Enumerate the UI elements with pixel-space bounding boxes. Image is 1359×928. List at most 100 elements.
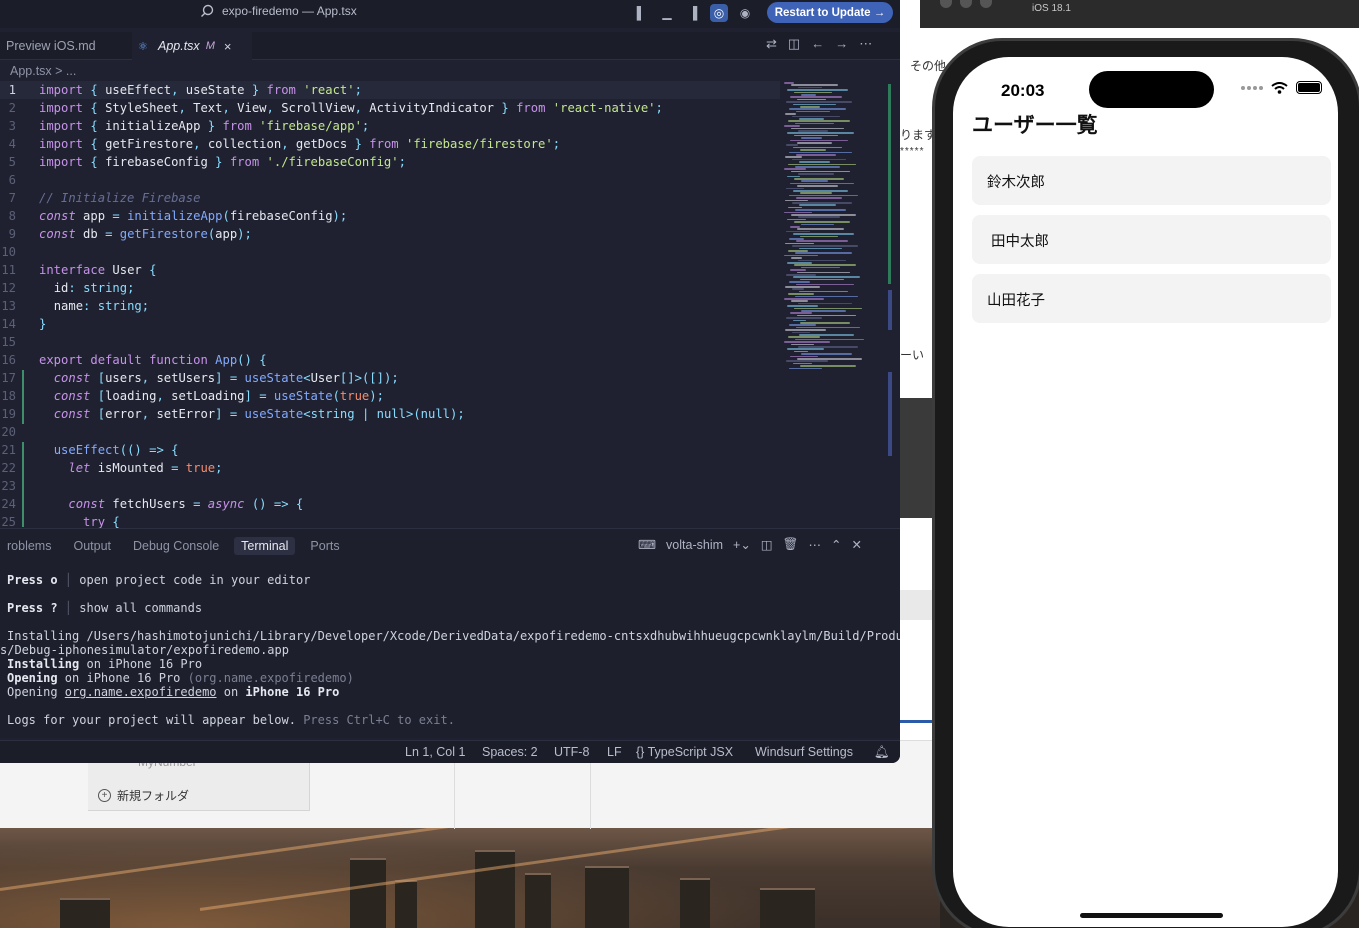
minimap-line [785,156,802,158]
minimap-line [797,185,838,187]
cursor-position[interactable]: Ln 1, Col 1 [405,745,465,759]
code-line[interactable]: 4 import { getFirestore, collection, getD… [0,135,780,153]
split-editor-icon[interactable]: ◫ [788,36,800,52]
panel-tab[interactable]: Debug Console [126,537,226,555]
more-actions-icon[interactable]: ⋯ [808,537,821,552]
windsurf-settings[interactable]: Windsurf Settings [755,745,853,759]
trash-icon[interactable]: 🗑 [783,537,799,552]
end-of-line[interactable]: LF [607,745,622,759]
code-text: import { StyleSheet, Text, View, ScrollV… [39,101,663,115]
breadcrumb[interactable]: App.tsx > ... [10,64,76,78]
minimap-line [801,137,822,139]
code-line[interactable]: 14} [0,315,780,333]
panel-tab[interactable]: Ports [303,537,346,555]
line-number: 5 [8,155,16,169]
terminal-text: Opening [7,685,65,699]
modified-indicator: M [205,40,215,52]
code-text: import { useEffect, useState } from 'rea… [39,83,362,97]
code-line[interactable]: 22 let isMounted = true; [0,459,780,477]
minimap-line [785,113,796,115]
minimap-line [801,310,846,312]
home-indicator[interactable] [1080,913,1223,918]
code-line[interactable]: 8 const app = initializeApp(firebaseConfi… [0,207,780,225]
go-forward-icon[interactable]: → [835,36,848,52]
scrollbar-change-accent [888,290,892,330]
minimap-line [792,202,852,204]
new-folder-button[interactable]: + 新規フォルダ [98,787,189,804]
compare-changes-icon[interactable]: ⇄ [766,36,777,52]
terminal-text: Installing [7,657,80,671]
terminal-output[interactable]: Press o │ open project code in your edit… [0,573,900,727]
line-number: 3 [8,119,16,133]
maximize-panel-icon[interactable]: ⌃ [831,537,841,552]
code-line[interactable]: 12 id: string; [0,279,780,297]
code-line[interactable]: 24 const fetchUsers = async () => { [0,495,780,513]
toggle-panel-icon[interactable]: ▁ [658,4,676,22]
code-line[interactable]: 21 useEffect(() => { [0,441,780,459]
notifications-bell-icon[interactable]: 🔔︎ [874,745,890,760]
tab-app-tsx[interactable]: ⚛ App.tsx M × [132,32,252,60]
code-line[interactable]: 16 export default function App() { [0,351,780,369]
panel-tab[interactable]: roblems [0,537,58,555]
encoding[interactable]: UTF-8 [554,745,589,759]
toggle-secondary-sidebar-icon[interactable]: ▐ [684,4,702,22]
code-line[interactable]: 18 const [loading, setLoading] = useStat… [0,387,780,405]
indentation[interactable]: Spaces: 2 [482,745,538,759]
code-line[interactable]: 15 [0,333,780,351]
code-line[interactable]: 20 [0,423,780,441]
code-line[interactable]: 2 import { StyleSheet, Text, View, Scroll… [0,99,780,117]
code-line[interactable]: 13 name: string; [0,297,780,315]
code-line[interactable]: 17 const [users, setUsers] = useState<Us… [0,369,780,387]
code-line[interactable]: 9 const db = getFirestore(app); [0,225,780,243]
code-line[interactable]: 1 import { useEffect, useState } from 're… [0,81,780,99]
terminal-text: show all commands [79,601,203,615]
code-line[interactable]: 7 // Initialize Firebase [0,189,780,207]
split-terminal-icon[interactable]: ◫ [761,537,773,552]
panel-tab[interactable]: Output [66,537,118,555]
list-item[interactable]: 鈴木次郎 [972,156,1331,205]
code-line[interactable]: 6 [0,171,780,189]
code-text: import { getFirestore, collection, getDo… [39,137,561,151]
line-number: 7 [8,191,16,205]
toggle-primary-sidebar-icon[interactable]: ▌ [632,4,650,22]
minimap[interactable] [784,82,884,372]
list-item[interactable]: 田中太郎 [972,215,1331,264]
new-terminal-icon[interactable]: +⌄ [733,537,751,552]
tab-preview-ios-md[interactable]: Preview iOS.md [0,32,128,60]
minimap-line [800,235,838,238]
code-text: let isMounted = true; [68,461,223,475]
code-line[interactable]: 11 interface User { [0,261,780,279]
vscode-window: expo-firedemo — App.tsx ▌ ▁ ▐ ◎ ◉ Restar… [0,0,900,763]
minimap-line [789,238,804,240]
minimap-line [785,329,826,331]
minimap-line [797,142,832,144]
minimap-line [797,271,850,274]
code-line[interactable]: 23 [0,477,780,495]
code-line[interactable]: 3 import { initializeApp } from 'firebase… [0,117,780,135]
terminal-text: open project code in your editor [79,573,311,587]
accounts-notification-icon[interactable]: ◉ [736,4,754,22]
more-actions-icon[interactable]: ⋯ [859,36,872,52]
close-icon[interactable]: × [224,39,232,54]
code-editor[interactable]: 1 import { useEffect, useState } from 're… [0,80,900,529]
close-panel-icon[interactable]: ✕ [851,537,861,552]
code-line[interactable]: 19 const [error, setError] = useState<st… [0,405,780,423]
terminal-link[interactable]: org.name.expofiredemo [65,685,217,699]
minimap-line [789,194,858,197]
panel-tab[interactable]: Terminal [234,537,296,555]
minimap-line [798,346,858,348]
language-mode[interactable]: {} TypeScript JSX [636,745,733,759]
line-number: 16 [1,353,16,367]
restart-to-update-button[interactable]: Restart to Update → [767,2,893,23]
code-line[interactable]: 5 import { firebaseConfig } from './fireb… [0,153,780,171]
window-control-icon [960,0,972,8]
background-thumbnail [900,398,936,518]
minimap-line [793,190,848,192]
list-item[interactable]: 山田花子 [972,274,1331,323]
go-back-icon[interactable]: ← [811,36,824,52]
terminal-name[interactable]: volta-shim [666,538,723,552]
command-center[interactable]: expo-firedemo — App.tsx [200,4,357,18]
windsurf-cascade-icon[interactable]: ◎ [710,4,728,22]
code-line[interactable]: 10 [0,243,780,261]
line-number: 4 [8,137,16,151]
